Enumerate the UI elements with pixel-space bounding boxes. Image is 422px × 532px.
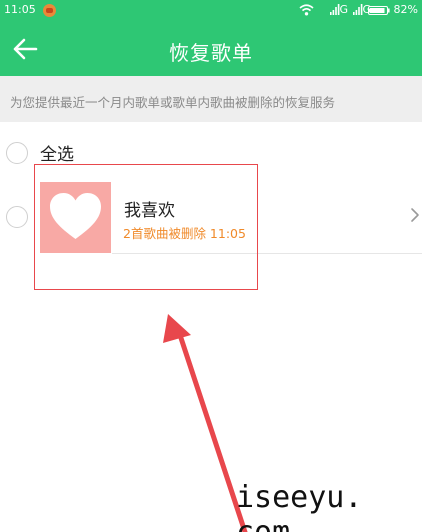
annotation-arrow [163,314,248,532]
watermark: iseeyu. com [236,480,363,532]
restore-playlist-screen: 11:05 G G 82% 恢复歌单 为您提供最近一个月内歌单或歌单内歌曲被删除… [0,0,422,532]
